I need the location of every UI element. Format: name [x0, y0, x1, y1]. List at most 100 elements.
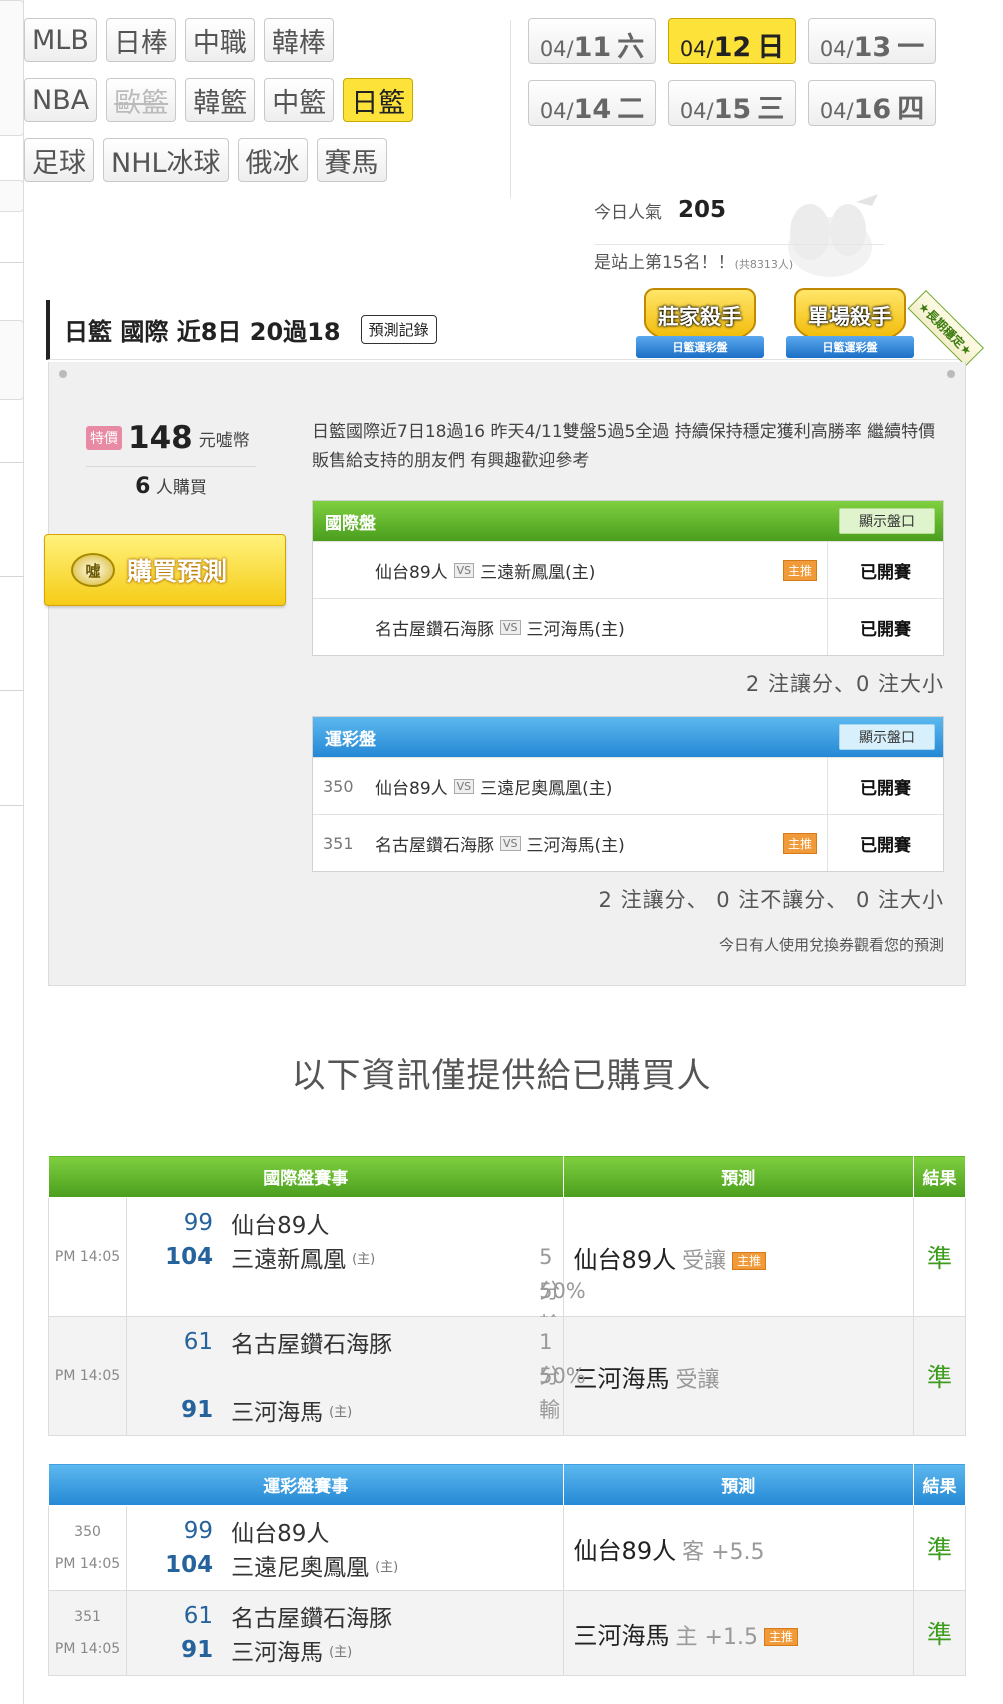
game-number: 350: [323, 776, 354, 796]
date-month: 04/: [819, 37, 854, 61]
prediction-record-button[interactable]: 預測記錄: [360, 315, 437, 344]
vs-icon: VS: [453, 778, 475, 794]
left-edge-box: [0, 180, 24, 212]
lottery-picks-header: 運彩盤 顯示盤口: [313, 717, 943, 757]
buy-prediction-label: 購買預測: [127, 557, 228, 586]
result-value: 準: [912, 1505, 967, 1591]
badge-bookie-killer: 莊家殺手 日籃運彩盤: [636, 288, 764, 364]
result-value: 準: [912, 1590, 967, 1676]
column-header-games: 運彩盤賽事: [48, 1463, 564, 1506]
date-day: 15: [713, 94, 752, 125]
sport-button-kr-basketball[interactable]: 韓籃: [185, 78, 256, 122]
game-number: 351: [74, 1609, 101, 1625]
date-weekday: 三: [757, 94, 785, 125]
date-weekday: 二: [617, 94, 645, 125]
left-edge-strip: [0, 0, 24, 1704]
sport-button-cpbl[interactable]: 中職: [184, 18, 255, 62]
home-team: 三河海馬: [231, 1640, 324, 1666]
date-day: 13: [853, 32, 892, 63]
predicted-line: 受讓: [682, 1248, 727, 1274]
show-odds-button[interactable]: 顯示盤口: [839, 508, 935, 534]
sport-button-soccer[interactable]: 足球: [24, 138, 94, 182]
buyers-number: 6: [135, 474, 151, 499]
date-button-selected[interactable]: 04/12 日: [668, 18, 796, 64]
left-edge-divider: [0, 462, 24, 463]
away-score: 61: [183, 1603, 214, 1629]
badge-ribbon: 日籃運彩盤: [786, 336, 914, 358]
away-team: 仙台89人: [375, 562, 448, 583]
date-month: 04/: [679, 99, 714, 123]
intl-picks-header: 國際盤 顯示盤口: [313, 501, 943, 541]
predictor-title: 日籃 國際 近8日 20過18: [64, 318, 341, 346]
price-box: 特價 148 元噓幣 6 人購買: [86, 414, 256, 499]
coin-icon: 噓: [71, 553, 115, 587]
date-button[interactable]: 04/13 一: [808, 18, 936, 64]
popularity-total: (共8313人): [734, 258, 794, 271]
sport-button-horse-racing[interactable]: 賽馬: [316, 138, 387, 182]
main-pick-tag: 主推: [763, 1628, 798, 1646]
predicted-team: 三河海馬: [573, 1621, 670, 1650]
main-pick-tag: 主推: [732, 1252, 767, 1270]
badge-ribbon: 日籃運彩盤: [636, 336, 764, 358]
game-status: 已開賽: [827, 758, 943, 814]
sport-button-nhl[interactable]: NHL冰球: [103, 138, 229, 182]
special-price-badge: 特價: [86, 426, 122, 450]
main-pick-tag: 主推: [782, 559, 817, 581]
away-team: 仙台89人: [231, 1521, 330, 1547]
sport-row: NBA 歐籃 韓籃 中籃 日籃: [24, 78, 544, 122]
home-mark: (主): [375, 1559, 399, 1575]
column-header-prediction: 預測: [562, 1155, 914, 1198]
sport-button-russian-hockey[interactable]: 俄冰: [237, 138, 308, 182]
pin-icon: [947, 370, 955, 378]
sport-button-jp-basketball[interactable]: 日籃: [343, 78, 414, 122]
pin-icon: [59, 370, 67, 378]
sport-button-jp-baseball[interactable]: 日棒: [105, 18, 176, 62]
main-pick-tag: 主推: [782, 832, 817, 854]
date-button[interactable]: 04/14 二: [528, 80, 656, 126]
coupon-note: 今日有人使用兌換券觀看您的預測: [718, 936, 944, 954]
show-odds-button[interactable]: 顯示盤口: [839, 724, 935, 750]
table-header-row: 國際盤賽事 預測 結果: [48, 1155, 967, 1198]
sport-row: MLB 日棒 中職 韓棒: [24, 18, 544, 62]
column-header-prediction: 預測: [562, 1463, 914, 1506]
away-team: 名古屋鑽石海豚: [375, 619, 494, 640]
buyers-only-notice: 以下資訊僅提供給已購買人: [291, 1056, 712, 1096]
date-weekday: 一: [897, 32, 925, 63]
sport-button-cn-basketball[interactable]: 中籃: [264, 78, 335, 122]
date-row: 04/14 二 04/15 三 04/16 四: [528, 80, 958, 126]
intl-picks-summary: 2 注讓分、0 注大小: [745, 672, 944, 696]
header-divider: [510, 20, 511, 198]
vs-icon: VS: [500, 619, 521, 635]
date-selector: 04/11 六 04/12 日 04/13 一 04/14 二 04/15 三 04/16…: [528, 18, 958, 142]
home-team: 三河海馬(主): [526, 835, 625, 856]
date-month: 04/: [679, 37, 714, 61]
date-button[interactable]: 04/11 六: [528, 18, 656, 64]
loss-percent: 50%: [539, 1279, 586, 1303]
popularity-rank: 是站上第15名！！: [594, 253, 735, 273]
popularity-box: 今日人氣 205 是站上第15名！！(共8313人): [594, 190, 793, 273]
sport-button-nba[interactable]: NBA: [24, 78, 98, 122]
popularity-label: 今日人氣: [594, 202, 662, 223]
left-edge-divider: [0, 576, 24, 577]
date-day: 11: [573, 32, 612, 63]
vs-icon: VS: [500, 835, 521, 851]
home-score: 104: [165, 1244, 214, 1270]
sport-selector: MLB 日棒 中職 韓棒 NBA 歐籃 韓籃 中籃 日籃 足球 NHL冰球 俄冰…: [24, 18, 544, 198]
date-day: 14: [573, 94, 612, 125]
date-button[interactable]: 04/15 三: [668, 80, 796, 126]
price-value: 148: [128, 420, 193, 456]
game-time: PM 14:05: [54, 1641, 121, 1657]
date-button[interactable]: 04/16 四: [808, 80, 936, 126]
home-team: 三遠尼奧鳳凰: [231, 1555, 370, 1581]
date-weekday: 四: [897, 94, 925, 125]
buyers-count: 6 人購買: [86, 473, 256, 499]
date-weekday: 日: [757, 32, 785, 63]
sport-button-kr-baseball[interactable]: 韓棒: [263, 18, 334, 62]
buy-prediction-button[interactable]: 噓 購買預測: [44, 534, 286, 606]
sport-button-mlb[interactable]: MLB: [24, 18, 97, 62]
home-mark: (主): [329, 1404, 353, 1420]
home-score: 104: [165, 1552, 214, 1578]
intl-results-table: 國際盤賽事 預測 結果 PM 14:05 99 仙台89人 104 三遠新鳳凰 (主)…: [47, 1155, 967, 1436]
price-divider: [86, 466, 256, 467]
sport-button-eu-basketball: 歐籃: [106, 78, 177, 122]
